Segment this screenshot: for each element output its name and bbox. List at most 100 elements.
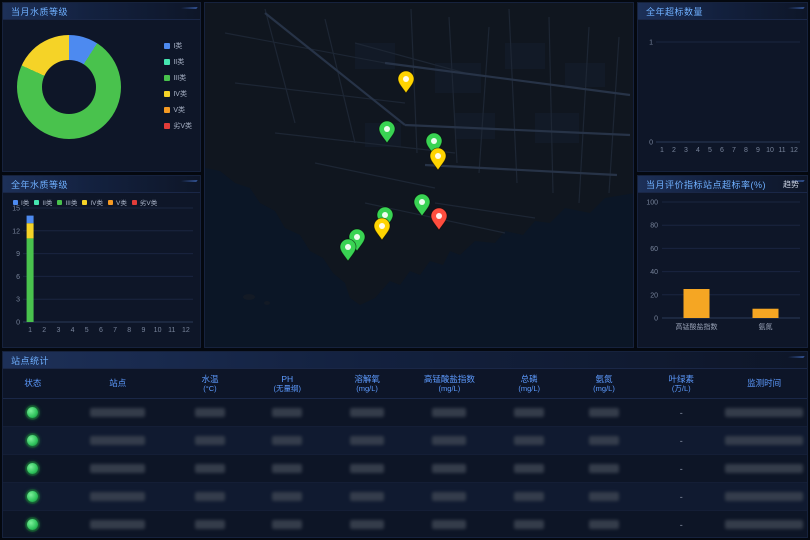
- masked-value: [725, 464, 803, 473]
- svg-text:4: 4: [71, 327, 75, 334]
- table-cell: [721, 408, 807, 417]
- panel-year-water-quality: 全年水质等级 I类II类III类IV类V类劣V类 036912151234567…: [2, 175, 201, 348]
- column-header: 氨氮(mg/L): [567, 369, 642, 398]
- table-cell: [173, 464, 248, 473]
- status-indicator: [27, 463, 38, 474]
- masked-value: [272, 464, 302, 473]
- masked-value: [90, 520, 145, 529]
- legend-label: IV类: [173, 89, 187, 99]
- legend-label: I类: [173, 41, 182, 51]
- table-cell: [721, 520, 807, 529]
- table-cell: [721, 436, 807, 445]
- table-cell: [721, 464, 807, 473]
- table-cell: [567, 520, 642, 529]
- table-row[interactable]: -: [3, 427, 807, 455]
- svg-text:9: 9: [756, 147, 760, 154]
- masked-value: [514, 520, 544, 529]
- chlorophyll-value: -: [680, 436, 683, 446]
- table-cell: [407, 492, 492, 501]
- table-row[interactable]: -: [3, 399, 807, 427]
- legend-item[interactable]: IV类: [164, 89, 192, 99]
- table-cell: -: [641, 464, 721, 474]
- svg-text:12: 12: [12, 228, 20, 235]
- chlorophyll-value: -: [680, 464, 683, 474]
- masked-value: [432, 464, 466, 473]
- masked-value: [272, 492, 302, 501]
- panel-title: 站点统计: [11, 354, 49, 367]
- table-row[interactable]: -: [3, 511, 807, 538]
- svg-text:11: 11: [778, 147, 785, 154]
- masked-value: [725, 408, 803, 417]
- svg-text:60: 60: [650, 246, 658, 253]
- table-cell: [407, 436, 492, 445]
- legend-item[interactable]: I类: [164, 41, 192, 51]
- table-cell: -: [641, 520, 721, 530]
- svg-text:高锰酸盐指数: 高锰酸盐指数: [676, 322, 718, 331]
- column-header: 总磷(mg/L): [492, 369, 567, 398]
- status-indicator: [27, 491, 38, 502]
- legend-swatch: [164, 75, 170, 81]
- legend-item[interactable]: III类: [164, 73, 192, 83]
- table-cell: [327, 436, 407, 445]
- table-cell: [567, 408, 642, 417]
- svg-text:氨氮: 氨氮: [759, 322, 773, 331]
- masked-value: [350, 464, 384, 473]
- table-cell: [173, 436, 248, 445]
- masked-value: [589, 520, 619, 529]
- table-cell: [63, 408, 173, 417]
- table-column-headers: 状态站点水温(°C)PH(无量纲)溶解氧(mg/L)高锰酸盐指数(mg/L)总磷…: [3, 369, 807, 399]
- dashboard-root: { "panels": { "month_quality": { "title"…: [0, 0, 810, 540]
- column-header: 监测时间: [721, 369, 807, 398]
- svg-text:12: 12: [182, 327, 190, 334]
- table-cell: [247, 408, 327, 417]
- table-cell: [567, 436, 642, 445]
- map-view[interactable]: [204, 2, 634, 348]
- table-cell: [407, 408, 492, 417]
- legend-swatch: [164, 91, 170, 97]
- masked-value: [514, 492, 544, 501]
- masked-value: [350, 408, 384, 417]
- legend-swatch: [164, 59, 170, 65]
- table-cell: [3, 435, 63, 446]
- svg-text:8: 8: [127, 327, 131, 334]
- legend-item[interactable]: V类: [164, 105, 192, 115]
- column-header: 溶解氧(mg/L): [327, 369, 407, 398]
- year-quality-chart: 03691215123456789101112: [5, 200, 198, 345]
- status-indicator: [27, 407, 38, 418]
- svg-text:15: 15: [12, 206, 20, 213]
- masked-value: [432, 520, 466, 529]
- masked-value: [350, 492, 384, 501]
- masked-value: [350, 436, 384, 445]
- svg-text:0: 0: [654, 316, 658, 323]
- table-cell: [407, 520, 492, 529]
- masked-value: [195, 408, 225, 417]
- station-statistics-panel: 站点统计 状态站点水温(°C)PH(无量纲)溶解氧(mg/L)高锰酸盐指数(mg…: [2, 351, 808, 538]
- svg-text:6: 6: [16, 274, 20, 281]
- table-row[interactable]: -: [3, 483, 807, 511]
- svg-text:0: 0: [16, 320, 20, 327]
- masked-value: [90, 408, 145, 417]
- table-cell: [567, 492, 642, 501]
- trend-toggle[interactable]: 趋势: [783, 179, 799, 190]
- panel-header: 站点统计: [3, 352, 807, 369]
- svg-text:4: 4: [696, 147, 700, 154]
- svg-text:1: 1: [28, 327, 32, 334]
- year-exceed-chart: 01123456789101112: [640, 24, 805, 169]
- legend-item[interactable]: II类: [164, 57, 192, 67]
- legend-swatch: [164, 43, 170, 49]
- table-cell: [173, 492, 248, 501]
- masked-value: [90, 492, 145, 501]
- legend-item[interactable]: 劣V类: [164, 121, 192, 131]
- svg-text:2: 2: [42, 327, 46, 334]
- legend-swatch: [164, 107, 170, 113]
- table-cell: [3, 519, 63, 530]
- svg-text:5: 5: [708, 147, 712, 154]
- masked-value: [90, 436, 145, 445]
- table-cell: [327, 520, 407, 529]
- legend-label: 劣V类: [173, 121, 192, 131]
- map-canvas[interactable]: [205, 3, 634, 348]
- masked-value: [514, 464, 544, 473]
- table-cell: [247, 520, 327, 529]
- panel-month-exceed-rate: 当月评价指标站点超标率(%) 趋势 020406080100高锰酸盐指数氨氮: [637, 175, 808, 348]
- table-row[interactable]: -: [3, 455, 807, 483]
